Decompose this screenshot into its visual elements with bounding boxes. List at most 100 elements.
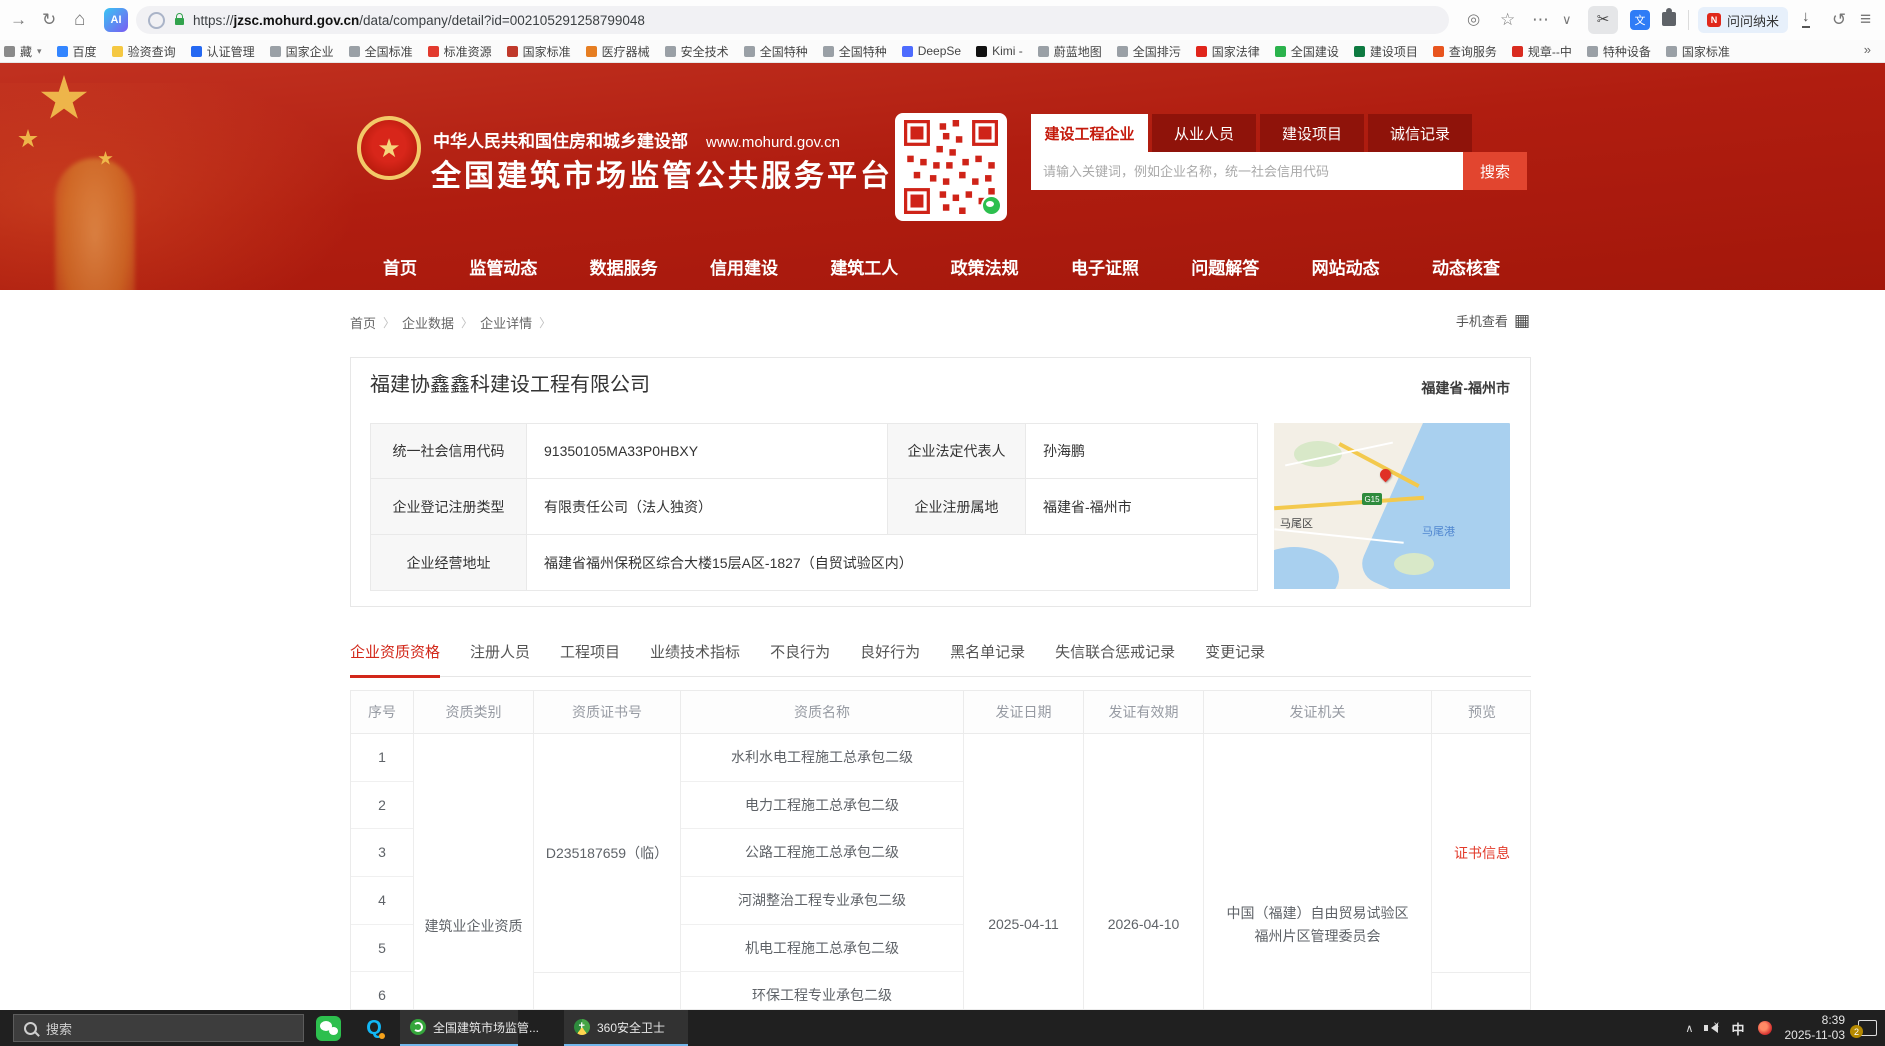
url-text[interactable]: https://jzsc.mohurd.gov.cn/data/company/… — [193, 13, 645, 28]
qualification-name: 电力工程施工总承包二级 — [681, 782, 963, 830]
nav-item[interactable]: 问题解答 — [1191, 248, 1259, 290]
bookmark-item[interactable]: 全国特种 ▾ — [823, 43, 887, 60]
bookmark-item[interactable]: 国家法律 ▾ — [1196, 43, 1260, 60]
nav-item[interactable]: 动态核查 — [1432, 248, 1500, 290]
nav-item[interactable]: 电子证照 — [1071, 248, 1139, 290]
site-info-icon[interactable] — [148, 12, 165, 29]
download-icon[interactable]: ↓ — [1802, 8, 1810, 28]
bookmark-item[interactable]: 藏 ▾ — [4, 43, 42, 60]
assistant-button[interactable]: N 问问纳米 — [1698, 7, 1788, 33]
bookmark-item[interactable]: 国家标准 ▾ — [507, 43, 571, 60]
bookmark-label: 全国特种 — [760, 43, 808, 60]
bookmark-item[interactable]: 查询服务 ▾ — [1433, 43, 1497, 60]
detail-tab[interactable]: 变更记录 — [1205, 641, 1265, 676]
bookmark-favicon — [823, 46, 834, 57]
bookmark-item[interactable]: 安全技术 ▾ — [665, 43, 729, 60]
nav-item[interactable]: 政策法规 — [951, 248, 1019, 290]
certificate-info-link[interactable]: 证书信息 — [1454, 843, 1510, 863]
screenshot-button[interactable]: ✂ — [1588, 6, 1618, 34]
taskbar-clock[interactable]: 8:39 2025-11-03 — [1785, 1013, 1846, 1043]
taskbar-search[interactable]: 搜索 — [13, 1014, 304, 1042]
bookmark-item[interactable]: 百度 ▾ — [57, 43, 97, 60]
forward-icon[interactable]: → — [10, 8, 27, 32]
bookmark-item[interactable]: 验资查询 ▾ — [112, 43, 176, 60]
bookmark-item[interactable]: 国家标准 ▾ — [1666, 43, 1730, 60]
nav-item[interactable]: 数据服务 — [590, 248, 658, 290]
breadcrumb-item[interactable]: 企业详情〉 — [480, 313, 558, 332]
detail-tab[interactable]: 良好行为 — [860, 641, 920, 676]
bookmark-label: 全国建设 — [1291, 43, 1339, 60]
ime-indicator[interactable]: 中 — [1731, 1019, 1744, 1038]
volume-muted-icon[interactable] — [1706, 1023, 1718, 1033]
more-icon[interactable]: ⋯ — [1532, 8, 1549, 32]
undo-icon[interactable]: ↺ — [1832, 8, 1846, 32]
qualification-name: 机电工程施工总承包二级 — [681, 925, 963, 973]
search-button[interactable]: 搜索 — [1463, 152, 1527, 190]
info-label: 企业注册属地 — [887, 478, 1025, 534]
company-location-map[interactable]: G15 马尾区 马尾港 — [1274, 423, 1510, 589]
breadcrumb-item[interactable]: 企业数据〉 — [402, 313, 480, 332]
search-category-tab[interactable]: 诚信记录 — [1368, 114, 1472, 152]
nav-item[interactable]: 监管动态 — [469, 248, 537, 290]
bookmark-item[interactable]: 全国排污 ▾ — [1117, 43, 1181, 60]
reading-mode-icon[interactable]: ◎ — [1467, 8, 1480, 32]
info-label: 企业登记注册类型 — [371, 478, 526, 534]
mobile-view-link[interactable]: 手机查看 ▦ — [1456, 311, 1530, 330]
qq-taskbar-icon[interactable]: Q — [362, 1016, 386, 1041]
search-category-tab[interactable]: 建设工程企业 — [1031, 114, 1148, 152]
address-bar[interactable]: https://jzsc.mohurd.gov.cn/data/company/… — [136, 6, 1449, 34]
detail-tab[interactable]: 注册人员 — [470, 641, 530, 676]
detail-tab[interactable]: 不良行为 — [770, 641, 830, 676]
nav-item[interactable]: 网站动态 — [1312, 248, 1380, 290]
detail-tab[interactable]: 工程项目 — [560, 641, 620, 676]
bookmark-favicon — [349, 46, 360, 57]
bookmark-item[interactable]: 医疗器械 ▾ — [586, 43, 650, 60]
map-label-district: 马尾区 — [1280, 515, 1313, 531]
translate-icon[interactable]: 文 — [1630, 10, 1650, 30]
map-water — [1274, 547, 1339, 589]
bookmarks-overflow-icon[interactable]: » — [1864, 42, 1871, 57]
refresh-icon[interactable]: ↻ — [42, 8, 56, 32]
bookmark-item[interactable]: Kimi - ▾ — [976, 44, 1023, 58]
bookmark-label: 认证管理 — [207, 43, 255, 60]
extensions-icon[interactable] — [1662, 12, 1676, 26]
detail-tab[interactable]: 业绩技术指标 — [650, 641, 740, 676]
home-icon[interactable]: ⌂ — [74, 8, 85, 32]
bookmark-item[interactable]: 全国标准 ▾ — [349, 43, 413, 60]
bookmark-item[interactable]: DeepSe ▾ — [902, 44, 961, 58]
notification-center-icon[interactable]: 2 — [1858, 1020, 1877, 1036]
search-category-tab[interactable]: 建设项目 — [1260, 114, 1364, 152]
tray-expand-icon[interactable]: ∧ — [1685, 1022, 1693, 1035]
taskbar-app-browser[interactable]: 全国建筑市场监管... — [400, 1010, 518, 1046]
detail-tab[interactable]: 失信联合惩戒记录 — [1055, 641, 1175, 676]
system-tray: ∧ 中 8:39 2025-11-03 2 — [1685, 1010, 1877, 1046]
bookmark-item[interactable]: 特种设备 ▾ — [1587, 43, 1651, 60]
chevron-down-icon[interactable]: ∨ — [1562, 8, 1572, 32]
bookmark-item[interactable]: 建设项目 ▾ — [1354, 43, 1418, 60]
bookmark-item[interactable]: 认证管理 ▾ — [191, 43, 255, 60]
bookmark-item[interactable]: 规章--中 ▾ — [1512, 43, 1572, 60]
bookmark-item[interactable]: 标准资源 ▾ — [428, 43, 492, 60]
bookmark-item[interactable]: 蔚蓝地图 ▾ — [1038, 43, 1102, 60]
bookmark-item[interactable]: 国家企业 ▾ — [270, 43, 334, 60]
nav-item[interactable]: 建筑工人 — [830, 248, 898, 290]
bookmark-item[interactable]: 全国特种 ▾ — [744, 43, 808, 60]
nav-item[interactable]: 信用建设 — [710, 248, 778, 290]
detail-tab[interactable]: 黑名单记录 — [950, 641, 1025, 676]
detail-tab[interactable]: 企业资质资格 — [350, 641, 440, 678]
qr-icon[interactable]: ▦ — [1514, 312, 1530, 329]
site-title: 全国建筑市场监管公共服务平台 — [431, 151, 893, 195]
bookmark-item[interactable]: 全国建设 ▾ — [1275, 43, 1339, 60]
breadcrumb-item[interactable]: 首页〉 — [350, 313, 402, 332]
tray-360-icon[interactable] — [1758, 1021, 1772, 1035]
ai-assistant-icon[interactable]: AI — [104, 8, 128, 32]
wechat-taskbar-icon[interactable] — [316, 1016, 341, 1041]
search-input[interactable] — [1031, 152, 1463, 190]
taskbar-app-360[interactable]: 360安全卫士 — [564, 1010, 688, 1046]
menu-icon[interactable]: ≡ — [1860, 8, 1871, 32]
search-category-tab[interactable]: 从业人员 — [1152, 114, 1256, 152]
bookmark-star-icon[interactable]: ☆ — [1500, 8, 1515, 32]
caret-down-icon: ▾ — [37, 46, 42, 57]
nav-item[interactable]: 首页 — [383, 248, 417, 290]
column-header: 预览 — [1432, 691, 1531, 734]
